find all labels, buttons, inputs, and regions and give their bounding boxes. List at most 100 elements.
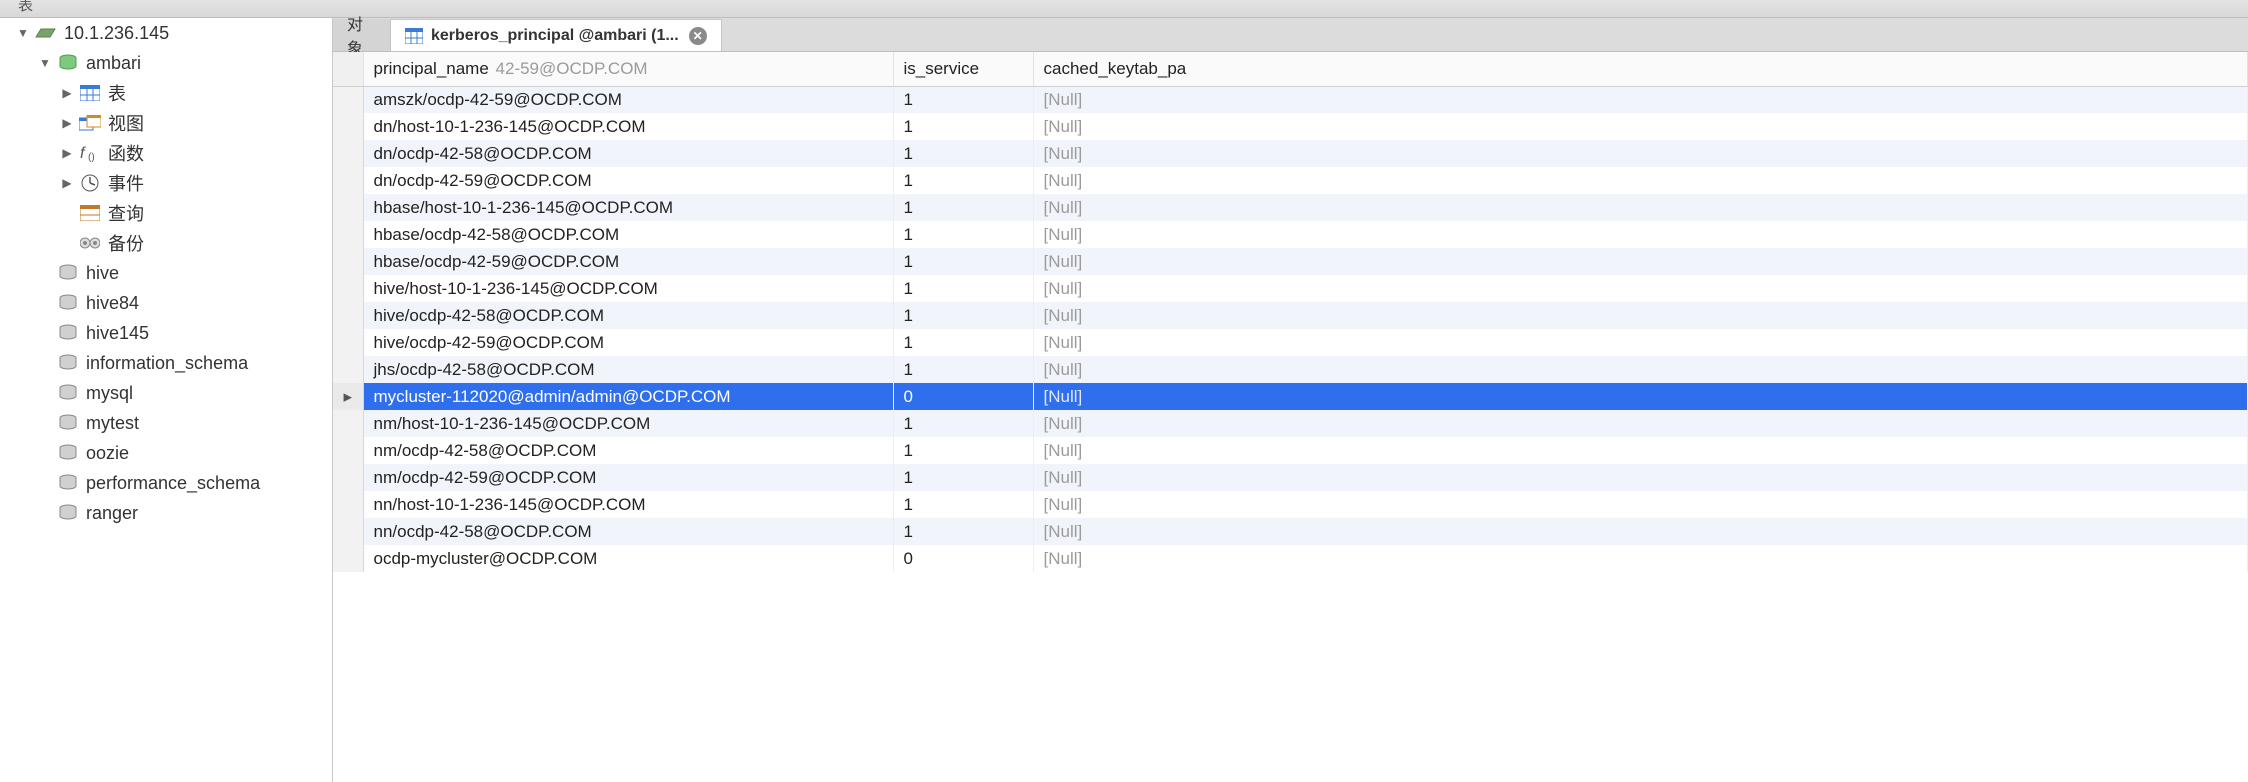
database-node[interactable]: hive145 — [0, 318, 332, 348]
database-node[interactable]: ▼ ambari — [0, 48, 332, 78]
cell-cached-keytab[interactable]: [Null] — [1033, 410, 2248, 437]
data-grid[interactable]: principal_name 42-59@OCDP.COM is_service… — [333, 52, 2248, 782]
table-row[interactable]: jhs/ocdp-42-58@OCDP.COM1[Null] — [333, 356, 2248, 383]
cell-principal-name[interactable]: dn/host-10-1-236-145@OCDP.COM — [363, 113, 893, 140]
tree-folder-function[interactable]: ▶f()函数 — [0, 138, 332, 168]
cell-is-service[interactable]: 1 — [893, 167, 1033, 194]
column-header-principal-name[interactable]: principal_name 42-59@OCDP.COM — [363, 52, 893, 86]
cell-principal-name[interactable]: nm/ocdp-42-58@OCDP.COM — [363, 437, 893, 464]
cell-principal-name[interactable]: dn/ocdp-42-58@OCDP.COM — [363, 140, 893, 167]
server-node[interactable]: ▼ 10.1.236.145 — [0, 18, 332, 48]
cell-cached-keytab[interactable]: [Null] — [1033, 275, 2248, 302]
cell-is-service[interactable]: 1 — [893, 302, 1033, 329]
table-row[interactable]: hive/host-10-1-236-145@OCDP.COM1[Null] — [333, 275, 2248, 302]
cell-is-service[interactable]: 1 — [893, 437, 1033, 464]
cell-cached-keytab[interactable]: [Null] — [1033, 140, 2248, 167]
cell-principal-name[interactable]: jhs/ocdp-42-58@OCDP.COM — [363, 356, 893, 383]
cell-principal-name[interactable]: hive/ocdp-42-59@OCDP.COM — [363, 329, 893, 356]
database-node[interactable]: ranger — [0, 498, 332, 528]
table-row[interactable]: nn/ocdp-42-58@OCDP.COM1[Null] — [333, 518, 2248, 545]
database-node[interactable]: performance_schema — [0, 468, 332, 498]
disclosure-triangle-icon[interactable]: ▶ — [60, 116, 74, 130]
cell-cached-keytab[interactable]: [Null] — [1033, 518, 2248, 545]
cell-cached-keytab[interactable]: [Null] — [1033, 86, 2248, 113]
cell-principal-name[interactable]: hive/host-10-1-236-145@OCDP.COM — [363, 275, 893, 302]
cell-principal-name[interactable]: nn/host-10-1-236-145@OCDP.COM — [363, 491, 893, 518]
tab-kerberos-principal[interactable]: kerberos_principal @ambari (1... ✕ — [391, 19, 722, 51]
cell-is-service[interactable]: 1 — [893, 86, 1033, 113]
cell-principal-name[interactable]: ocdp-mycluster@OCDP.COM — [363, 545, 893, 572]
cell-is-service[interactable]: 1 — [893, 518, 1033, 545]
connection-tree[interactable]: ▼ 10.1.236.145 ▼ ambari ▶表▶视图▶f()函数▶事件查询… — [0, 18, 333, 782]
cell-is-service[interactable]: 1 — [893, 491, 1033, 518]
database-node[interactable]: information_schema — [0, 348, 332, 378]
cell-is-service[interactable]: 1 — [893, 275, 1033, 302]
cell-principal-name[interactable]: nn/ocdp-42-58@OCDP.COM — [363, 518, 893, 545]
cell-principal-name[interactable]: dn/ocdp-42-59@OCDP.COM — [363, 167, 893, 194]
table-row[interactable]: hbase/ocdp-42-58@OCDP.COM1[Null] — [333, 221, 2248, 248]
table-row[interactable]: dn/ocdp-42-59@OCDP.COM1[Null] — [333, 167, 2248, 194]
table-row[interactable]: amszk/ocdp-42-59@OCDP.COM1[Null] — [333, 86, 2248, 113]
table-row[interactable]: hive/ocdp-42-58@OCDP.COM1[Null] — [333, 302, 2248, 329]
cell-principal-name[interactable]: hbase/ocdp-42-59@OCDP.COM — [363, 248, 893, 275]
cell-is-service[interactable]: 1 — [893, 464, 1033, 491]
disclosure-triangle-icon[interactable]: ▼ — [38, 56, 52, 70]
close-tab-icon[interactable]: ✕ — [689, 27, 707, 45]
cell-is-service[interactable]: 1 — [893, 221, 1033, 248]
table-row[interactable]: nm/ocdp-42-59@OCDP.COM1[Null] — [333, 464, 2248, 491]
database-node[interactable]: oozie — [0, 438, 332, 468]
cell-cached-keytab[interactable]: [Null] — [1033, 356, 2248, 383]
column-header-cached-keytab-pa[interactable]: cached_keytab_pa — [1033, 52, 2248, 86]
cell-is-service[interactable]: 1 — [893, 194, 1033, 221]
table-row[interactable]: ▸mycluster-112020@admin/admin@OCDP.COM0[… — [333, 383, 2248, 410]
cell-principal-name[interactable]: mycluster-112020@admin/admin@OCDP.COM — [363, 383, 893, 410]
table-row[interactable]: dn/ocdp-42-58@OCDP.COM1[Null] — [333, 140, 2248, 167]
tree-folder-table[interactable]: ▶表 — [0, 78, 332, 108]
cell-is-service[interactable]: 1 — [893, 140, 1033, 167]
tree-folder-query[interactable]: 查询 — [0, 198, 332, 228]
tree-folder-backup[interactable]: 备份 — [0, 228, 332, 258]
cell-cached-keytab[interactable]: [Null] — [1033, 194, 2248, 221]
cell-cached-keytab[interactable]: [Null] — [1033, 437, 2248, 464]
cell-is-service[interactable]: 1 — [893, 329, 1033, 356]
cell-cached-keytab[interactable]: [Null] — [1033, 545, 2248, 572]
database-node[interactable]: hive — [0, 258, 332, 288]
disclosure-triangle-icon[interactable]: ▶ — [60, 86, 74, 100]
table-row[interactable]: nn/host-10-1-236-145@OCDP.COM1[Null] — [333, 491, 2248, 518]
cell-is-service[interactable]: 1 — [893, 356, 1033, 383]
cell-principal-name[interactable]: nm/ocdp-42-59@OCDP.COM — [363, 464, 893, 491]
cell-is-service[interactable]: 0 — [893, 383, 1033, 410]
database-node[interactable]: hive84 — [0, 288, 332, 318]
tree-folder-event[interactable]: ▶事件 — [0, 168, 332, 198]
cell-principal-name[interactable]: hbase/ocdp-42-58@OCDP.COM — [363, 221, 893, 248]
cell-is-service[interactable]: 1 — [893, 410, 1033, 437]
table-row[interactable]: nm/host-10-1-236-145@OCDP.COM1[Null] — [333, 410, 2248, 437]
cell-is-service[interactable]: 0 — [893, 545, 1033, 572]
table-row[interactable]: nm/ocdp-42-58@OCDP.COM1[Null] — [333, 437, 2248, 464]
cell-principal-name[interactable]: amszk/ocdp-42-59@OCDP.COM — [363, 86, 893, 113]
toolbar-item[interactable]: 表 — [0, 0, 51, 17]
cell-cached-keytab[interactable]: [Null] — [1033, 464, 2248, 491]
cell-cached-keytab[interactable]: [Null] — [1033, 491, 2248, 518]
table-row[interactable]: hbase/ocdp-42-59@OCDP.COM1[Null] — [333, 248, 2248, 275]
table-row[interactable]: dn/host-10-1-236-145@OCDP.COM1[Null] — [333, 113, 2248, 140]
database-node[interactable]: mytest — [0, 408, 332, 438]
table-row[interactable]: ocdp-mycluster@OCDP.COM0[Null] — [333, 545, 2248, 572]
tree-folder-view[interactable]: ▶视图 — [0, 108, 332, 138]
disclosure-triangle-icon[interactable]: ▶ — [60, 176, 74, 190]
cell-cached-keytab[interactable]: [Null] — [1033, 302, 2248, 329]
cell-cached-keytab[interactable]: [Null] — [1033, 113, 2248, 140]
cell-cached-keytab[interactable]: [Null] — [1033, 329, 2248, 356]
column-header-is-service[interactable]: is_service — [893, 52, 1033, 86]
cell-principal-name[interactable]: nm/host-10-1-236-145@OCDP.COM — [363, 410, 893, 437]
cell-cached-keytab[interactable]: [Null] — [1033, 383, 2248, 410]
cell-cached-keytab[interactable]: [Null] — [1033, 221, 2248, 248]
disclosure-triangle-icon[interactable]: ▼ — [16, 26, 30, 40]
cell-principal-name[interactable]: hbase/host-10-1-236-145@OCDP.COM — [363, 194, 893, 221]
cell-principal-name[interactable]: hive/ocdp-42-58@OCDP.COM — [363, 302, 893, 329]
database-node[interactable]: mysql — [0, 378, 332, 408]
table-row[interactable]: hive/ocdp-42-59@OCDP.COM1[Null] — [333, 329, 2248, 356]
disclosure-triangle-icon[interactable]: ▶ — [60, 146, 74, 160]
tab-objects[interactable]: 对象 — [333, 19, 391, 51]
cell-is-service[interactable]: 1 — [893, 113, 1033, 140]
